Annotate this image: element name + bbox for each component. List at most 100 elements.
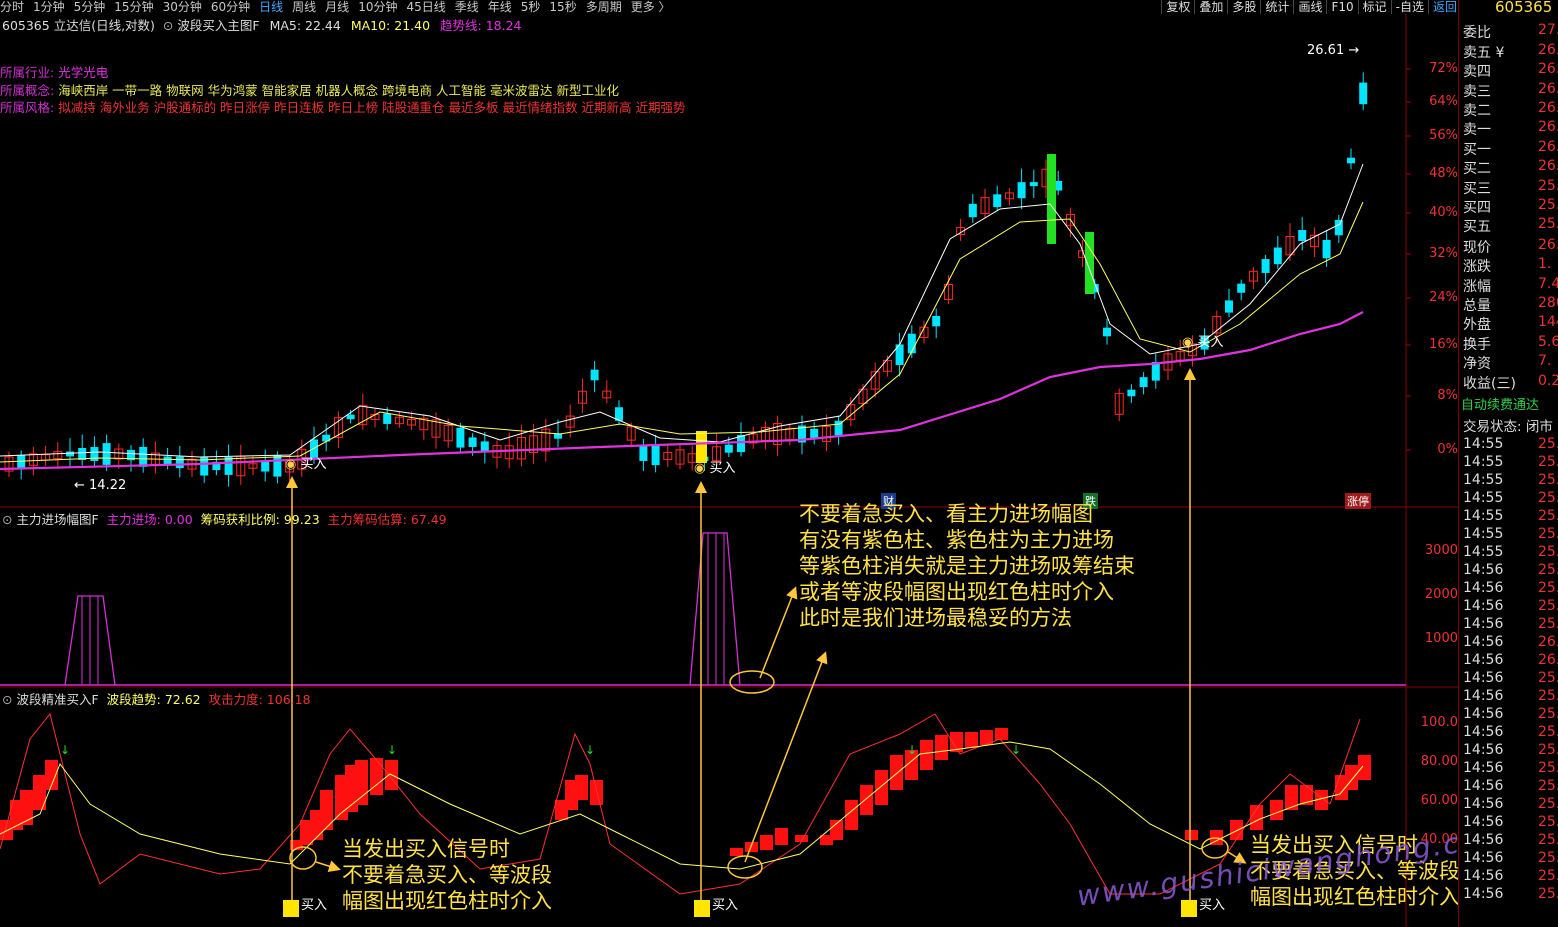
concept-value: 海峡西岸 一带一路 物联网 华为鸿蒙 智能家居 机器人概念 跨境电商 人工智能 … [58, 83, 619, 98]
axis-label: 0% [1437, 442, 1458, 457]
candle-body [90, 447, 99, 461]
low-price-label: ← 14.22 [74, 478, 127, 493]
period-13[interactable]: 5秒 [521, 0, 541, 14]
red-step-bar [890, 755, 903, 790]
panel3-settings-icon[interactable]: ⊙ [2, 692, 12, 707]
settings-icon[interactable]: ⊙ [163, 18, 173, 33]
tick-row: 14:5625. [1463, 670, 1558, 686]
annotation-top: 不要着急买入、看主力进场幅图 有没有紫色柱、紫色柱为主力进场 等紫色柱消失就是主力进… [799, 502, 1135, 630]
tick-list: 14:5525. 14:5525. 14:5525. 14:5525. 14:5525.… [1463, 436, 1558, 904]
tick-row: 14:5525. [1463, 454, 1558, 470]
style-line: 所属风格: 拟减持 海外业务 沪股通标的 昨日涨停 昨日连板 昨日上榜 陆股通重… [0, 97, 685, 116]
period-11[interactable]: 季线 [455, 0, 479, 14]
style-value: 拟减持 海外业务 沪股通标的 昨日涨停 昨日连板 昨日上榜 陆股通重仓 最近多板… [58, 100, 686, 115]
limitup-marker[interactable]: 涨停 [1345, 493, 1371, 509]
tick-row: 14:5525. [1463, 472, 1558, 488]
tool-button-6[interactable]: 标记 [1357, 0, 1391, 14]
weibi-row: 委比27.06 [1463, 22, 1558, 41]
quote-row: 卖三26. [1463, 80, 1558, 100]
axis-label: 8% [1437, 388, 1458, 403]
period-6[interactable]: 日线 [259, 0, 283, 14]
tool-button-4[interactable]: 画线 [1293, 0, 1326, 14]
period-3[interactable]: 15分钟 [114, 0, 153, 14]
annotation-ellipse [727, 855, 763, 879]
red-step-bar [995, 728, 1008, 740]
red-step-bar [730, 848, 743, 856]
tick-row: 14:5525. [1463, 526, 1558, 542]
candle-body [102, 443, 111, 465]
candle-body [66, 451, 74, 457]
candle-body [993, 194, 1002, 208]
tool-button-8[interactable]: 返回 [1427, 0, 1461, 14]
big-green-candle [1047, 154, 1056, 244]
red-step-bar [575, 775, 588, 800]
quote-row: 卖二26. [1463, 99, 1558, 119]
red-step-bar [775, 828, 788, 845]
buy-signal-1: ◉ 买入 [285, 457, 327, 472]
panel2-settings-icon[interactable]: ⊙ [2, 512, 12, 527]
buy-square-2 [694, 900, 710, 917]
auto-renew[interactable]: 自动续费通达 [1461, 394, 1539, 413]
tick-row: 14:5625. [1463, 832, 1558, 848]
period-1[interactable]: 1分钟 [33, 0, 65, 14]
period-0[interactable]: 分时 [0, 0, 24, 14]
panel2-val3: 主力筹码估算: 67.49 [327, 512, 447, 527]
tool-button-1[interactable]: 叠加 [1194, 0, 1227, 14]
tool-button-2[interactable]: 多股 [1227, 0, 1260, 14]
panel2-title[interactable]: 主力进场幅图F [16, 512, 98, 527]
period-7[interactable]: 周线 [292, 0, 316, 14]
axis-label: 56% [1429, 128, 1458, 143]
high-price-label: 26.61 → [1307, 43, 1360, 58]
quote-row: 外盘1448 [1463, 314, 1558, 334]
tool-button-3[interactable]: 统计 [1260, 0, 1293, 14]
down-arrow-icon: ↓ [387, 743, 397, 757]
tick-row: 14:5625. [1463, 886, 1558, 902]
period-9[interactable]: 10分钟 [358, 0, 397, 14]
quote-stats: 现价26.涨跌1.涨幅7.48总量2808外盘1448 [1463, 237, 1558, 333]
red-step-bar [1270, 800, 1283, 820]
tick-row: 14:5625. [1463, 580, 1558, 596]
period-10[interactable]: 45日线 [406, 0, 445, 14]
candle-body [651, 444, 660, 466]
period-8[interactable]: 月线 [325, 0, 349, 14]
annotation-left: 当发出买入信号时 不要着急买入、等波段 幅图出现红色柱时介入 [342, 837, 552, 913]
period-16[interactable]: 更多 〉 [631, 0, 671, 14]
tool-button-0[interactable]: 复权 [1161, 0, 1194, 14]
tool-button-5[interactable]: F10 [1326, 0, 1357, 14]
period-14[interactable]: 15秒 [549, 0, 576, 14]
quote-row: 涨幅7.48 [1463, 275, 1558, 295]
down-arrow-icon: ↓ [585, 743, 595, 757]
industry-label: 所属行业: [0, 65, 55, 80]
period-4[interactable]: 30分钟 [163, 0, 202, 14]
candle-body [932, 315, 941, 327]
candle-body [1237, 283, 1246, 293]
panel3-val2: 攻击力度: 106.18 [208, 692, 311, 707]
candle-body [968, 203, 977, 218]
period-15[interactable]: 多周期 [586, 0, 622, 14]
red-step-bar [590, 780, 603, 805]
indicator-name[interactable]: 波段买入主图F [177, 18, 259, 33]
panel3-title[interactable]: 波段精准买入F [16, 692, 98, 707]
tick-row: 14:5625. [1463, 796, 1558, 812]
candle-body [1225, 300, 1233, 313]
quote-row: 买一26. [1463, 139, 1558, 158]
tool-button-7[interactable]: -自选 [1390, 0, 1428, 14]
candle-body [273, 455, 282, 477]
quote-row: 现价26. [1463, 237, 1558, 256]
candle-body [1261, 259, 1270, 273]
buy-text-1: 买入 [301, 898, 328, 913]
quote-row: 换手5.60 [1463, 334, 1558, 353]
period-5[interactable]: 60分钟 [211, 0, 250, 14]
quote-row: 涨跌 1. [1463, 256, 1552, 276]
period-12[interactable]: 年线 [488, 0, 512, 14]
tick-row: 14:5525. [1463, 544, 1558, 560]
red-step-bar [355, 760, 368, 805]
tick-row: 14:5625. [1463, 616, 1558, 632]
main-panel-header: 605365 立达信(日线,对数) ⊙ 波段买入主图F MA5: 22.44 M… [2, 15, 522, 34]
period-2[interactable]: 5分钟 [74, 0, 106, 14]
quote-row: 净资 7. [1463, 353, 1552, 373]
buy-signal-2: ◉ 买入 [694, 461, 736, 476]
red-step-bar [1358, 755, 1371, 780]
industry-line: 所属行业: 光学光电 [0, 62, 108, 81]
red-step-bar [935, 735, 948, 760]
